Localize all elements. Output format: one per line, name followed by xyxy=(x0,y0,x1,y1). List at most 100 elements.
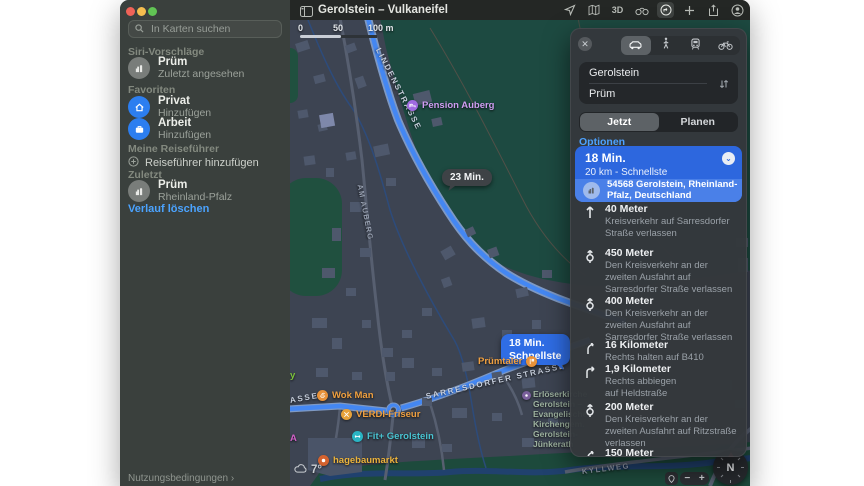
item-title: Privat xyxy=(158,95,190,107)
sidebar-item-work[interactable]: Arbeit Hinzufügen xyxy=(128,117,211,141)
close-panel-button[interactable]: ✕ xyxy=(578,37,592,51)
step-line: Kreisverkehr auf Sarresdorfer xyxy=(605,216,730,227)
location-arrow-icon[interactable] xyxy=(561,2,578,18)
origin-field[interactable]: Gerolstein xyxy=(589,62,707,83)
item-subtitle: Hinzufügen xyxy=(158,129,212,141)
turn-right-icon xyxy=(582,364,598,380)
plus-circle-icon xyxy=(128,156,139,170)
share-icon[interactable] xyxy=(705,2,722,18)
step-distance: 1,9 Kilometer xyxy=(605,363,671,375)
cut-poi-label-green: y xyxy=(290,370,296,381)
item-title: Arbeit xyxy=(158,117,192,129)
route-summary: 20 km - Schnellste xyxy=(585,167,668,178)
destination-line2: Pfalz, Deutschland xyxy=(607,189,692,201)
poi-fitx-gerolstein[interactable]: Fit+ Gerolstein xyxy=(352,431,434,442)
poi-wok-man[interactable]: Wok Man xyxy=(317,390,374,401)
binoculars-icon[interactable] xyxy=(633,2,650,18)
poi-label: Prümtaler xyxy=(478,356,523,367)
directions-panel: ✕ Gerolstein Prüm Jetzt Planen Optionen … xyxy=(570,28,747,457)
sidebar: Siri-Vorschläge Prüm Zuletzt angesehen F… xyxy=(120,0,290,486)
search-input[interactable] xyxy=(149,22,275,36)
poi-hagebaumarkt[interactable]: hagebaumarkt xyxy=(318,455,398,466)
restaurant-icon xyxy=(317,390,328,401)
briefcase-icon xyxy=(128,118,150,140)
badge-duration: 18 Min. xyxy=(509,337,545,349)
step-distance: 450 Meter xyxy=(605,247,654,259)
step-distance: 16 Kilometer xyxy=(605,339,669,351)
weather-widget: 7° xyxy=(294,464,322,476)
step-distance: 200 Meter xyxy=(605,401,654,413)
window-minimize-button[interactable] xyxy=(137,7,146,16)
route-duration: 18 Min. xyxy=(585,151,626,165)
map-icon[interactable] xyxy=(585,2,602,18)
directions-icon[interactable] xyxy=(657,2,674,18)
poi-pruemtaler[interactable]: Prümtaler xyxy=(478,356,538,367)
step-line: Den Kreisverkehr an der xyxy=(605,308,708,319)
selected-route-card[interactable]: 18 Min. ⌄ 20 km - Schnellste 54568 Gerol… xyxy=(575,146,742,202)
zoom-control[interactable]: − + xyxy=(680,472,709,485)
step-line: Den Kreisverkehr an der xyxy=(605,414,708,425)
route-alternative-badge[interactable]: 23 Min. xyxy=(442,169,492,186)
item-title: Prüm xyxy=(158,179,188,191)
train-icon xyxy=(691,37,700,55)
terms-link[interactable]: Nutzungsbedingungen › xyxy=(128,473,234,484)
add-guide-label: Reiseführer hinzufügen xyxy=(145,157,259,169)
straight-arrow-icon xyxy=(582,204,598,220)
add-pin-icon[interactable] xyxy=(681,2,698,18)
mode-transit-button[interactable] xyxy=(681,36,711,55)
temperature-label: 7° xyxy=(311,464,322,476)
step-line: zweiten Ausfahrt auf Ritzstraße xyxy=(605,426,737,437)
sidebar-item-pruem-recent[interactable]: Prüm Zuletzt angesehen xyxy=(128,56,244,80)
sidebar-item-home[interactable]: Privat Hinzufügen xyxy=(128,95,211,119)
mode-cycle-button[interactable] xyxy=(710,36,740,55)
swap-endpoints-icon[interactable] xyxy=(719,77,729,95)
cut-poi-label-magenta: A xyxy=(290,433,297,444)
scale-tick-50: 50 xyxy=(333,23,344,33)
roundabout-icon xyxy=(582,296,598,312)
poi-label: hagebaumarkt xyxy=(333,455,398,466)
merge-arrow-icon xyxy=(582,448,598,456)
search-field[interactable] xyxy=(128,20,282,38)
home-icon xyxy=(128,96,150,118)
bicycle-icon xyxy=(717,37,733,55)
item-title: Prüm xyxy=(158,56,188,68)
tab-now[interactable]: Jetzt xyxy=(580,113,659,131)
window-zoom-button[interactable] xyxy=(148,7,157,16)
zoom-out-button[interactable]: − xyxy=(684,473,690,484)
poi-pension-auberg[interactable]: Pension Auberg xyxy=(407,100,495,111)
destination-field[interactable]: Prüm xyxy=(589,83,707,104)
window-close-button[interactable] xyxy=(126,7,135,16)
city-avatar-icon xyxy=(128,57,150,79)
roundabout-icon xyxy=(582,402,598,418)
clear-history-link[interactable]: Verlauf löschen xyxy=(128,203,209,215)
tab-plan[interactable]: Planen xyxy=(659,113,738,131)
bear-right-icon xyxy=(582,340,598,356)
step-distance: 400 Meter xyxy=(605,295,654,307)
chevron-down-icon[interactable]: ⌄ xyxy=(722,152,735,165)
sidebar-item-pruem-history[interactable]: Prüm Rheinland-Pfalz xyxy=(128,179,232,203)
poi-label: VERDI-Friseur xyxy=(356,409,421,420)
window-title: Gerolstein – Vulkaneifel xyxy=(318,4,448,16)
poi-church-dot[interactable] xyxy=(522,391,531,400)
item-subtitle: Rheinland-Pfalz xyxy=(158,191,233,203)
mode-drive-button[interactable] xyxy=(621,36,651,55)
look-around-control[interactable] xyxy=(665,472,678,485)
mode-walk-button[interactable] xyxy=(651,36,681,55)
cloud-icon xyxy=(294,464,307,476)
add-guide-button[interactable]: Reiseführer hinzufügen xyxy=(128,156,259,170)
walk-icon xyxy=(662,37,670,55)
scale-tick-100m: 100 m xyxy=(368,23,394,33)
zoom-in-button[interactable]: + xyxy=(699,473,705,484)
3d-view-icon[interactable]: 3D xyxy=(609,2,626,18)
church-icon xyxy=(522,391,531,400)
step-distance: 150 Meter xyxy=(605,447,654,457)
account-icon[interactable] xyxy=(729,2,746,18)
step-line: Rechts abbiegen xyxy=(605,376,677,387)
step-line: auf Heldstraße xyxy=(605,388,668,399)
poi-verdi-friseur[interactable]: VERDI-Friseur xyxy=(341,409,420,420)
transport-mode-control xyxy=(621,36,740,55)
scissors-icon xyxy=(341,409,352,420)
depart-time-tabs: Jetzt Planen xyxy=(579,112,738,132)
scale-tick-0: 0 xyxy=(298,23,304,33)
route-destination-row[interactable]: 54568 Gerolstein, Rheinland- Pfalz, Deut… xyxy=(575,179,742,202)
